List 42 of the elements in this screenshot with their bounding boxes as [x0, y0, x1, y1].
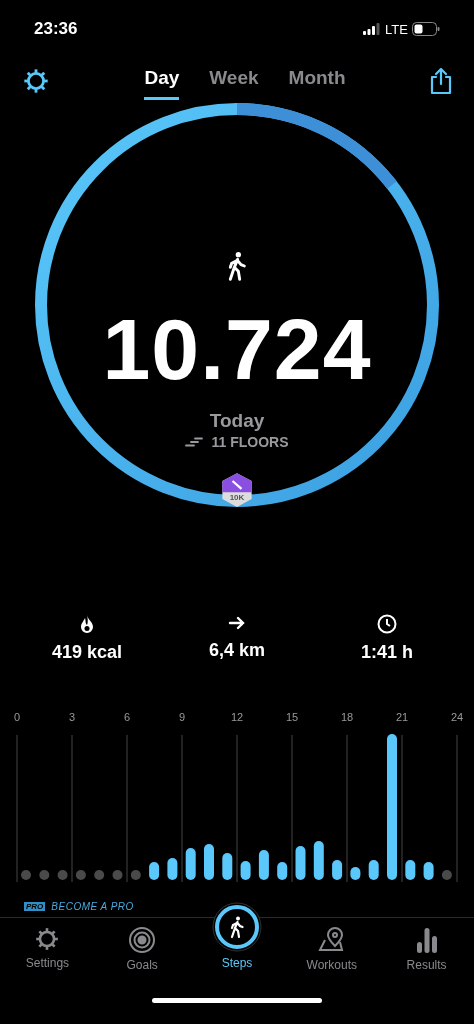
- pro-tag: PRO: [24, 901, 46, 911]
- battery-icon: [412, 22, 440, 36]
- stat-value: 419 kcal: [51, 642, 123, 663]
- status-time: 23:36: [34, 19, 78, 39]
- arrow-right-icon: [228, 614, 246, 632]
- settings-icon: [22, 67, 50, 95]
- hour-label: 9: [178, 711, 186, 723]
- hour-label: 18: [340, 711, 354, 723]
- tab-bar-item[interactable]: Goals: [94, 918, 190, 972]
- period-tab[interactable]: Month: [288, 62, 346, 100]
- tab-bar-item[interactable]: Results: [379, 918, 474, 972]
- tab-bar-item[interactable]: Workouts: [284, 918, 380, 972]
- target-icon: [128, 926, 157, 954]
- stat-value: 6,4 km: [208, 640, 265, 661]
- stat-value: 1:41 h: [361, 642, 413, 663]
- become-pro-link[interactable]: BECOME A PRO: [51, 900, 134, 912]
- share-button[interactable]: [428, 66, 454, 96]
- share-icon: [428, 66, 454, 96]
- settings-button[interactable]: [22, 67, 50, 95]
- hour-label: 12: [230, 711, 244, 723]
- settings-icon: [34, 926, 61, 952]
- step-count: 10.724: [102, 306, 372, 392]
- hour-label: 0: [13, 711, 21, 723]
- badge-label: 10K: [229, 494, 245, 502]
- period-tab[interactable]: Week: [209, 62, 259, 100]
- hour-label: 24: [450, 711, 464, 723]
- badge-icon: [220, 472, 254, 508]
- clock-icon: [377, 614, 397, 634]
- signal-icon: [363, 23, 382, 35]
- period-label: Today: [209, 410, 265, 432]
- network-label: LTE: [385, 21, 408, 37]
- tab-bar-item[interactable]: Settings: [0, 918, 95, 970]
- floors-count: 11 FLOORS: [211, 434, 289, 450]
- period-tab[interactable]: Day: [144, 62, 180, 100]
- hour-label: 15: [285, 711, 299, 723]
- hour-label: 6: [123, 711, 131, 723]
- stairs-icon: [185, 437, 204, 447]
- flame-icon: [79, 614, 95, 634]
- hour-label: 21: [395, 711, 409, 723]
- hour-label: 3: [68, 711, 76, 723]
- bar-chart-icon: [414, 926, 439, 954]
- tab-bar-item[interactable]: Steps: [189, 894, 285, 970]
